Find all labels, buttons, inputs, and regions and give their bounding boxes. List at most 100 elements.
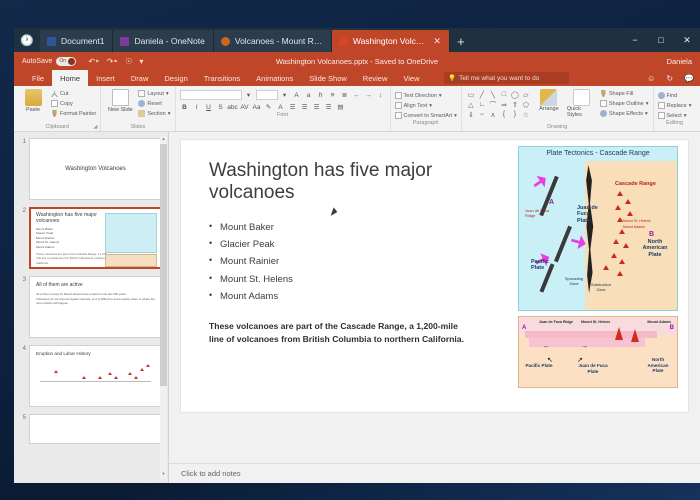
- browser-tab-volcanoes[interactable]: Volcanoes - Mount Rainie: [213, 30, 332, 52]
- shape-oval-icon[interactable]: ◯: [510, 90, 520, 99]
- scroll-down-icon[interactable]: ▼: [160, 471, 167, 479]
- change-case-button[interactable]: Aa: [252, 102, 262, 112]
- text-direction-button[interactable]: Text Direction ▾: [394, 91, 457, 100]
- slide-thumbnail-pane[interactable]: 1 Washington Volcanoes 2 Washington has …: [14, 132, 169, 483]
- increase-indent-icon[interactable]: →: [364, 90, 374, 100]
- font-color-button[interactable]: A: [276, 102, 286, 112]
- shape-rect-icon[interactable]: ▭: [466, 90, 476, 99]
- shape-rounded-icon[interactable]: ▱: [521, 90, 531, 99]
- reset-button[interactable]: Reset: [138, 99, 170, 108]
- cross-section-diagram-image[interactable]: ← → ↖ ↗ A B Juan de Fuca Ridge Mount St.…: [518, 316, 678, 388]
- replace-button[interactable]: Replace ▾: [657, 101, 691, 110]
- ribbon-tab-insert[interactable]: Insert: [88, 70, 123, 86]
- find-button[interactable]: Find: [657, 91, 692, 100]
- shape-line-icon[interactable]: ╱: [477, 90, 487, 99]
- clipboard-dialog-launcher[interactable]: ◢: [94, 124, 98, 130]
- italic-button[interactable]: I: [192, 102, 202, 112]
- shape-effects-button[interactable]: Shape Effects ▾: [599, 109, 649, 118]
- shape-arrow-up-icon[interactable]: ⇑: [510, 100, 520, 109]
- slide-thumbnail-5[interactable]: [29, 414, 162, 444]
- thumbnail-row-4[interactable]: 4 Eruption and Lahar History: [14, 345, 168, 414]
- copy-button[interactable]: Copy: [51, 99, 96, 108]
- ribbon-tab-file[interactable]: File: [24, 70, 52, 86]
- plate-tectonics-map-image[interactable]: Plate Tectonics - Cascade Range Juan de …: [518, 146, 678, 311]
- strikethrough-button[interactable]: abc: [227, 102, 237, 112]
- shapes-gallery[interactable]: ▭ ╱ ╲ □ ◯ ▱ △ ∟ ⌒ ⇒ ⇑ ⬠ ⇓ ⌣ ∧ {} ☆: [466, 88, 531, 119]
- scroll-up-icon[interactable]: ▲: [160, 136, 167, 144]
- align-left-button[interactable]: ☰: [288, 102, 298, 112]
- paste-button[interactable]: Paste: [18, 88, 48, 113]
- new-tab-button[interactable]: +: [450, 30, 472, 52]
- close-window-button[interactable]: ✕: [674, 28, 700, 52]
- slide-thumbnail-2[interactable]: Washington has five major volcanoes Moun…: [29, 207, 162, 269]
- slide-title-placeholder[interactable]: Washington has five major volcanoes: [209, 160, 469, 205]
- cut-button[interactable]: Cut: [51, 89, 96, 98]
- browser-tab-document1[interactable]: Document1: [40, 30, 114, 52]
- shape-brace-left-icon[interactable]: {: [499, 110, 509, 119]
- shape-arc-icon[interactable]: ⌣: [477, 110, 487, 119]
- shape-triangle-icon[interactable]: △: [466, 100, 476, 109]
- shape-curve-icon[interactable]: ⌒: [488, 100, 498, 109]
- autosave-control[interactable]: AutoSave On: [22, 56, 77, 66]
- line-spacing-icon[interactable]: ↕: [376, 90, 386, 100]
- format-painter-button[interactable]: Format Painter: [51, 109, 96, 118]
- share-person-icon[interactable]: ☺: [647, 74, 655, 83]
- ribbon-tab-transitions[interactable]: Transitions: [196, 70, 248, 86]
- history-icon[interactable]: 🕐: [14, 28, 40, 52]
- increase-font-size-icon[interactable]: A: [292, 90, 302, 100]
- browser-tab-onenote[interactable]: Daniela - OneNote: [113, 30, 214, 52]
- notes-pane[interactable]: Click to add notes: [169, 463, 700, 483]
- thumbnail-row-3[interactable]: 3 All of them are active All of them exc…: [14, 276, 168, 345]
- maximize-button[interactable]: □: [648, 28, 674, 52]
- convert-to-smartart-button[interactable]: Convert to SmartArt ▾: [394, 111, 457, 120]
- layout-button[interactable]: Layout ▾: [138, 89, 170, 98]
- decrease-font-size-icon[interactable]: a: [304, 90, 314, 100]
- align-text-button[interactable]: Align Text ▾: [394, 101, 457, 110]
- slide-thumbnail-3[interactable]: All of them are active All of them excep…: [29, 276, 162, 338]
- thumbnail-row-2[interactable]: 2 Washington has five major volcanoes Mo…: [14, 207, 168, 276]
- ribbon-tab-draw[interactable]: Draw: [123, 70, 157, 86]
- tell-me-search[interactable]: 💡 Tell me what you want to do: [444, 72, 569, 84]
- redo-icon[interactable]: ↷‣: [107, 57, 118, 66]
- bullets-icon[interactable]: ≡: [328, 90, 338, 100]
- shape-square-icon[interactable]: □: [499, 90, 509, 99]
- browser-tab-washington-volcanoe[interactable]: Washington Volcanoe ✕: [331, 30, 450, 52]
- minimize-button[interactable]: −: [622, 28, 648, 52]
- text-highlight-button[interactable]: ✎: [264, 102, 274, 112]
- shape-pentagon-icon[interactable]: ⬠: [521, 100, 531, 109]
- select-button[interactable]: Select ▾: [657, 111, 692, 120]
- start-presentation-icon[interactable]: ☉: [125, 57, 132, 66]
- undo-icon[interactable]: ↶‣: [88, 57, 99, 66]
- shape-arrow-down-icon[interactable]: ⇓: [466, 110, 476, 119]
- comments-icon[interactable]: 💬: [684, 74, 694, 83]
- arrange-button[interactable]: Arrange: [534, 88, 564, 112]
- shape-caret-icon[interactable]: ∧: [488, 110, 498, 119]
- numbering-icon[interactable]: ≣: [340, 90, 350, 100]
- bold-button[interactable]: B: [180, 102, 190, 112]
- user-name[interactable]: Daniela: [667, 57, 692, 66]
- shape-arrow-right-icon[interactable]: ⇒: [499, 100, 509, 109]
- shape-outline-button[interactable]: Shape Outline ▾: [599, 99, 649, 108]
- thumbnail-row-1[interactable]: 1 Washington Volcanoes: [14, 138, 168, 207]
- shape-line2-icon[interactable]: ╲: [488, 90, 498, 99]
- close-tab-icon[interactable]: ✕: [433, 36, 441, 47]
- shape-elbow-icon[interactable]: ∟: [477, 100, 487, 109]
- version-history-icon[interactable]: ↻: [666, 74, 673, 83]
- align-right-button[interactable]: ☰: [312, 102, 322, 112]
- font-size-dropdown-icon[interactable]: ▾: [280, 90, 290, 100]
- shadow-button[interactable]: S: [216, 102, 226, 112]
- autosave-toggle[interactable]: On: [56, 56, 77, 66]
- ribbon-tab-animations[interactable]: Animations: [248, 70, 301, 86]
- shape-star-icon[interactable]: ☆: [521, 110, 531, 119]
- section-button[interactable]: Section ▾: [138, 109, 171, 118]
- slide-editor[interactable]: Washington has five major volcanoes Moun…: [181, 140, 688, 412]
- underline-button[interactable]: U: [204, 102, 214, 112]
- font-name-dropdown-icon[interactable]: ▾: [244, 90, 254, 100]
- shape-fill-button[interactable]: Shape Fill: [600, 89, 649, 98]
- slide-thumbnail-4[interactable]: Eruption and Lahar History: [29, 345, 162, 407]
- character-spacing-button[interactable]: AV: [240, 102, 250, 112]
- ribbon-tab-review[interactable]: Review: [355, 70, 396, 86]
- ribbon-tab-slide-show[interactable]: Slide Show: [301, 70, 355, 86]
- columns-button[interactable]: ▤: [336, 102, 346, 112]
- slide-thumbnail-1[interactable]: Washington Volcanoes: [29, 138, 162, 200]
